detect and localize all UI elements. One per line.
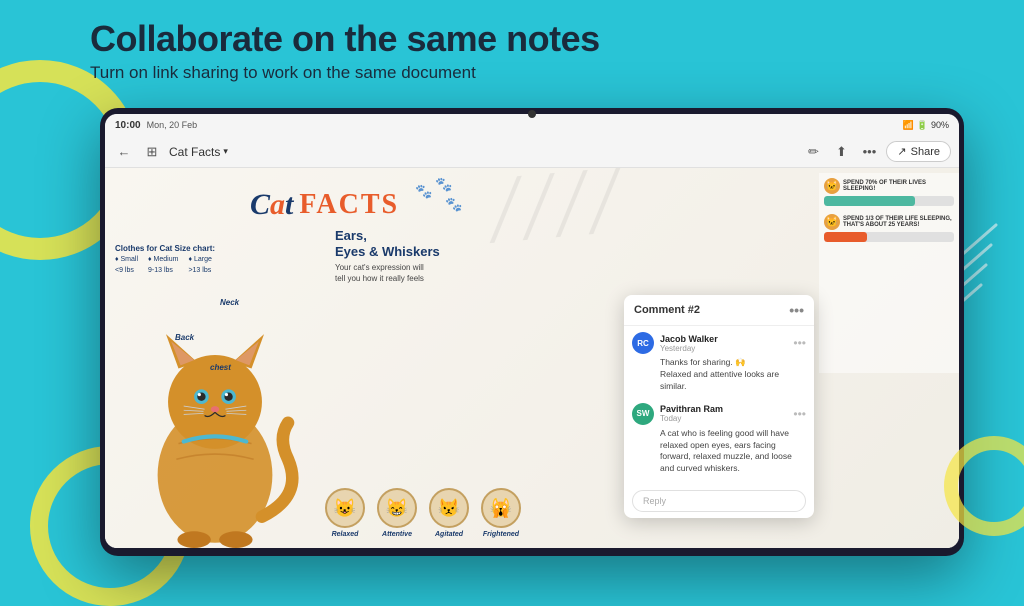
more-button[interactable]: ••• — [858, 141, 880, 163]
app-toolbar: ← ⊞ Cat Facts ▾ ✏ ⬆ ••• ↗ Share — [105, 136, 959, 168]
status-time: 10:00 — [115, 120, 141, 131]
reply-input[interactable]: Reply — [632, 490, 806, 512]
sleep-bar-2: 🐱 SPEND 1/3 OF THEIR LIFE SLEEPING, THAT… — [824, 214, 954, 242]
cat-facts-title-group: Cat FACTS — [250, 188, 399, 222]
export-button[interactable]: ⬆ — [830, 141, 852, 163]
comment-header: Comment #2 ••• — [624, 295, 814, 326]
cat-word: Cat — [250, 188, 293, 222]
comment-text-1: Thanks for sharing. 🙌Relaxed and attenti… — [660, 357, 806, 393]
share-label: Share — [911, 146, 940, 158]
status-icons: 📶 🔋 90% — [903, 120, 949, 131]
header-section: Collaborate on the same notes Turn on li… — [90, 18, 600, 83]
comment-author-1: Jacob Walker — [660, 334, 787, 344]
sub-title: Turn on link sharing to work on the same… — [90, 63, 600, 83]
sleep-bar-text-2: SPEND 1/3 OF THEIR LIFE SLEEPING, THAT'S… — [843, 216, 954, 228]
share-icon: ↗ — [897, 145, 906, 158]
comment-author-2: Pavithran Ram — [660, 404, 787, 414]
size-small: ♦ Small<9 lbs — [115, 255, 138, 276]
grid-button[interactable]: ⊞ — [141, 141, 163, 163]
share-button[interactable]: ↗ Share — [886, 141, 951, 162]
comment-item-more-2[interactable]: ••• — [793, 407, 806, 421]
face-attentive-label: Attentive — [382, 531, 412, 538]
comment-item-more-1[interactable]: ••• — [793, 336, 806, 350]
ears-section: Ears,Eyes & Whiskers Your cat's expressi… — [335, 228, 440, 285]
ears-desc: Your cat's expression willtell you how i… — [335, 262, 440, 284]
comment-list: RC Jacob Walker Yesterday ••• Thanks for… — [624, 326, 814, 486]
size-medium: ♦ Medium9-13 lbs — [148, 255, 178, 276]
facts-word: FACTS — [299, 189, 399, 221]
face-agitated: 😾 Agitated — [429, 488, 469, 538]
sleep-bar-fill-1 — [824, 196, 915, 206]
comment-meta-2: Pavithran Ram Today — [660, 404, 787, 423]
scratch-decoration: ╱╱╱╱ — [488, 177, 624, 232]
sleep-bar-1: 🐱 SPEND 70% OF THEIR LIVES SLEEPING! — [824, 178, 954, 206]
avatar-initials-2: SW — [637, 409, 650, 418]
size-large: ♦ Large>13 lbs — [188, 255, 211, 276]
pencil-icon[interactable]: ✏ — [802, 141, 824, 163]
comment-panel: Comment #2 ••• RC Jacob Walker — [624, 295, 814, 518]
comment-more-button[interactable]: ••• — [789, 302, 804, 318]
sleep-bar-track-1 — [824, 196, 954, 206]
sleep-bar-text-1: SPEND 70% OF THEIR LIVES SLEEPING! — [843, 180, 954, 192]
status-date: Mon, 20 Feb — [147, 120, 198, 130]
face-attentive-img: 😸 — [377, 488, 417, 528]
cat-figure — [115, 288, 315, 548]
chest-label: chest — [210, 363, 231, 372]
paw-print-2: 🐾 — [445, 196, 462, 213]
sleep-cat-icon-2: 🐱 — [824, 214, 840, 230]
face-agitated-label: Agitated — [435, 531, 463, 538]
paw-print-3: 🐾 — [435, 176, 452, 193]
face-relaxed-label: Relaxed — [332, 531, 359, 538]
tablet-device: 10:00 Mon, 20 Feb 📶 🔋 90% ← ⊞ Cat Facts … — [100, 108, 964, 556]
doc-title-text: Cat Facts — [169, 145, 220, 159]
main-title: Collaborate on the same notes — [90, 18, 600, 59]
comment-avatar-2: SW — [632, 403, 654, 425]
face-frightened-img: 🙀 — [481, 488, 521, 528]
face-attentive: 😸 Attentive — [377, 488, 417, 538]
note-canvas[interactable]: ╱╱╱╱ Cat FACTS 🐾 🐾 🐾 Clothes for Cat Siz… — [105, 168, 959, 548]
tablet-camera — [528, 110, 536, 118]
face-frightened-label: Frightened — [483, 531, 519, 538]
comment-title: Comment #2 — [634, 304, 700, 316]
face-relaxed-img: 😺 — [325, 488, 365, 528]
tablet-screen: 10:00 Mon, 20 Feb 📶 🔋 90% ← ⊞ Cat Facts … — [105, 114, 959, 548]
doc-title[interactable]: Cat Facts ▾ — [169, 145, 228, 159]
face-agitated-img: 😾 — [429, 488, 469, 528]
back-button[interactable]: ← — [113, 141, 135, 163]
paw-print-1: 🐾 — [415, 183, 432, 200]
signal-icon: 📶 — [903, 120, 914, 131]
size-chart: Clothes for Cat Size chart: ♦ Small<9 lb… — [115, 243, 215, 276]
comment-time-2: Today — [660, 414, 787, 423]
chevron-down-icon: ▾ — [223, 146, 228, 157]
size-chart-title: Clothes for Cat Size chart: — [115, 243, 215, 255]
neck-label: Neck — [220, 298, 239, 307]
comment-time-1: Yesterday — [660, 344, 787, 353]
content-area: ╱╱╱╱ Cat FACTS 🐾 🐾 🐾 Clothes for Cat Siz… — [105, 168, 959, 548]
sleep-bar-fill-2 — [824, 232, 867, 242]
battery-pct: 90% — [931, 120, 949, 130]
avatar-initials-1: RC — [637, 339, 649, 348]
comment-item-1: RC Jacob Walker Yesterday ••• Thanks for… — [632, 332, 806, 393]
face-frightened: 🙀 Frightened — [481, 488, 521, 538]
comment-avatar-1: RC — [632, 332, 654, 354]
comment-item-2: SW Pavithran Ram Today ••• A cat who is … — [632, 403, 806, 476]
comment-text-2: A cat who is feeling good will have rela… — [660, 428, 806, 476]
battery-icon: 🔋 — [917, 120, 928, 131]
sleep-cat-icon-1: 🐱 — [824, 178, 840, 194]
cat-faces-row: 😺 Relaxed 😸 Attentive 😾 Agitated 🙀 Frigh… — [325, 488, 521, 538]
comment-meta-1: Jacob Walker Yesterday — [660, 334, 787, 353]
sleep-bars: 🐱 SPEND 70% OF THEIR LIVES SLEEPING! 🐱 S… — [819, 173, 959, 373]
sleep-bar-track-2 — [824, 232, 954, 242]
back-label: Back — [175, 333, 194, 342]
face-relaxed: 😺 Relaxed — [325, 488, 365, 538]
reply-placeholder: Reply — [643, 496, 666, 506]
ears-title: Ears,Eyes & Whiskers — [335, 228, 440, 259]
